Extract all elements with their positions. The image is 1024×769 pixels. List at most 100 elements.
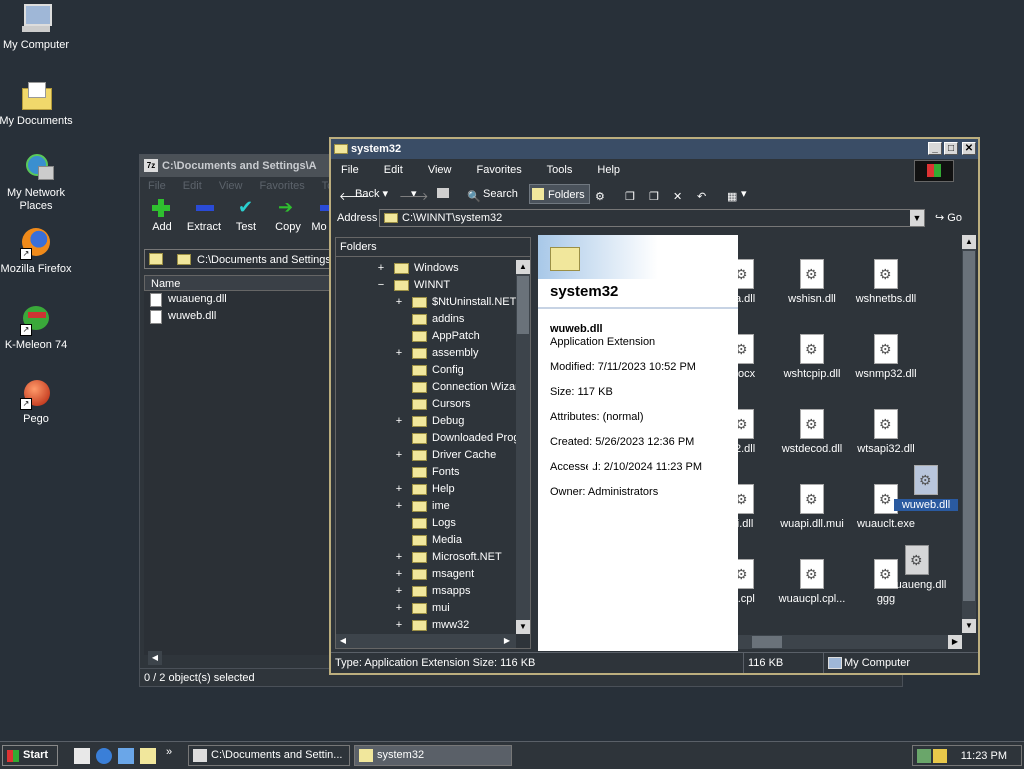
minimize-button[interactable]: _ (928, 142, 942, 155)
tree-item[interactable]: + ime (396, 498, 450, 515)
scroll-right-icon[interactable]: ▶ (500, 634, 514, 648)
tree-expander-icon[interactable]: + (394, 617, 404, 634)
scroll-down-icon[interactable]: ▼ (516, 620, 530, 634)
tree-item[interactable]: Connection Wizar (412, 379, 516, 396)
address-dropdown-icon[interactable]: ▼ (910, 210, 924, 226)
tree-item[interactable]: + Debug (396, 413, 464, 430)
zip-add-button[interactable]: Add (140, 197, 184, 233)
scroll-up-icon[interactable]: ▲ (516, 260, 530, 274)
tree-hscroll[interactable]: ◀ ▶ (336, 634, 516, 648)
tree-expander-icon[interactable]: + (394, 481, 404, 498)
zip-extract-button[interactable]: Extract (182, 197, 226, 233)
tree-item[interactable]: + mui (396, 600, 450, 617)
tree-item[interactable]: + msagent (396, 566, 474, 583)
zip-address-field[interactable]: C:\Documents and Settings\ (144, 249, 334, 269)
show-desktop-icon[interactable] (74, 748, 90, 764)
tree-vscroll[interactable]: ▲ ▼ (516, 260, 530, 634)
zip-hscroll-left[interactable]: ◀ (148, 651, 162, 665)
network-tray-icon[interactable] (917, 749, 931, 763)
file-item[interactable]: wshisn.dll (772, 259, 852, 305)
forward-button[interactable]: 🡒 ▾ (397, 184, 429, 204)
desktop-icon-my-documents[interactable]: My Documents (0, 80, 74, 128)
scroll-thumb[interactable] (517, 276, 529, 334)
tree-expander-icon[interactable]: + (394, 498, 404, 515)
file-list-vscroll[interactable]: ▲ ▼ (962, 235, 976, 633)
internet-explorer-icon[interactable] (96, 748, 112, 764)
back-button[interactable]: 🡐 Back ▾ (337, 184, 392, 204)
folders-button[interactable]: Folders (529, 184, 590, 204)
desktop-icon-pego[interactable]: ↗ Pego (0, 378, 74, 426)
zip-menu-favorites[interactable]: Favorites (260, 180, 305, 192)
menu-favorites[interactable]: Favorites (477, 164, 522, 176)
scroll-thumb[interactable] (752, 636, 782, 648)
scroll-right-icon[interactable]: ▶ (948, 635, 962, 649)
tree-item[interactable]: + Windows (378, 260, 459, 277)
tree-expander-icon[interactable]: + (394, 549, 404, 566)
tree-item[interactable]: + msapps (396, 583, 471, 600)
move-to-button[interactable]: ❐ (623, 184, 641, 204)
file-item[interactable]: wtsapi32.dll (846, 409, 926, 455)
tree-item[interactable]: Downloaded Prog (412, 430, 516, 447)
task-button-system32[interactable]: system32 (354, 745, 512, 766)
tree-item[interactable]: + assembly (396, 345, 478, 362)
tree-item[interactable]: addins (412, 311, 464, 328)
zip-menu-file[interactable]: File (148, 180, 166, 192)
up-folder-icon[interactable] (149, 253, 163, 265)
zip-file-list[interactable]: Name wuaueng.dll wuweb.dll ◀ (144, 275, 330, 665)
delete-button[interactable]: ✕ (671, 184, 689, 204)
go-button[interactable]: ↪ Go (935, 207, 962, 229)
zip-test-button[interactable]: ✔ Test (224, 197, 268, 233)
desktop-icon-firefox[interactable]: ↗ Mozilla Firefox (0, 228, 74, 276)
scroll-down-icon[interactable]: ▼ (962, 619, 976, 633)
folder-tree[interactable]: + Windows − WINNT + $NtUninstall.NETF addins Ap… (336, 260, 516, 634)
file-item[interactable]: wshnetbs.dll (846, 259, 926, 305)
explorer-title-bar[interactable]: system32 _ □ ✕ (331, 139, 978, 159)
menu-view[interactable]: View (428, 164, 452, 176)
address-input[interactable]: C:\WINNT\system32 ▼ (379, 209, 925, 227)
undo-button[interactable]: ↶ (695, 184, 713, 204)
tree-item[interactable]: + mww32 (396, 617, 469, 634)
desktop-icon-my-computer[interactable]: My Computer (0, 4, 74, 52)
tree-expander-icon[interactable]: − (376, 277, 386, 294)
list-item[interactable]: wuaueng.dll (144, 291, 330, 308)
task-button-zip[interactable]: C:\Documents and Settin... (188, 745, 350, 766)
tree-item[interactable]: AppPatch (412, 328, 480, 345)
desktop-icon-kmeleon[interactable]: ↗ K-Meleon 74 (0, 304, 74, 352)
file-item[interactable]: wshtcpip.dll (772, 334, 852, 380)
tree-item[interactable]: + Help (396, 481, 455, 498)
scroll-up-icon[interactable]: ▲ (962, 235, 976, 249)
desktop-icon-network-places[interactable]: My Network Places (0, 152, 74, 213)
scroll-thumb[interactable] (963, 251, 975, 601)
menu-help[interactable]: Help (597, 164, 620, 176)
file-list-hscroll[interactable]: ▶ (738, 635, 962, 649)
tree-item[interactable]: Config (412, 362, 464, 379)
menu-edit[interactable]: Edit (384, 164, 403, 176)
scroll-left-icon[interactable]: ◀ (336, 634, 350, 648)
file-item-selected[interactable]: wuweb.dll (894, 465, 958, 511)
tree-expander-icon[interactable]: + (376, 260, 386, 277)
tree-item[interactable]: Logs (412, 515, 456, 532)
tree-expander-icon[interactable]: + (394, 447, 404, 464)
file-item[interactable]: wuapi.dll.mui (772, 484, 852, 530)
zip-menu-view[interactable]: View (219, 180, 243, 192)
tree-expander-icon[interactable]: + (394, 600, 404, 617)
quicklaunch-overflow-icon[interactable]: » (166, 746, 172, 758)
up-folder-button[interactable] (435, 184, 453, 204)
tree-expander-icon[interactable]: + (394, 294, 404, 311)
tree-expander-icon[interactable]: + (394, 413, 404, 430)
zip-move-button[interactable]: Mo (308, 197, 330, 233)
maximize-button[interactable]: □ (944, 142, 958, 155)
outlook-express-icon[interactable] (118, 748, 134, 764)
tree-item[interactable]: + Driver Cache (396, 447, 496, 464)
dragged-file-item[interactable]: wuaueng.dll (882, 545, 952, 591)
start-button[interactable]: Start (2, 745, 58, 766)
explorer-window[interactable]: system32 _ □ ✕ File Edit View Favorites … (329, 137, 980, 675)
file-item[interactable]: wstdecod.dll (772, 409, 852, 455)
close-button[interactable]: ✕ (962, 142, 976, 155)
file-list[interactable]: da.dllwshisn.dllwshnetbs.dlln.ocxwshtcpi… (738, 235, 962, 651)
tree-item[interactable]: + $NtUninstall.NETF (396, 294, 516, 311)
tree-item[interactable]: Fonts (412, 464, 460, 481)
tree-item[interactable]: + Microsoft.NET (396, 549, 502, 566)
copy-to-button[interactable]: ❐ (647, 184, 665, 204)
tray-app-icon[interactable] (933, 749, 947, 763)
